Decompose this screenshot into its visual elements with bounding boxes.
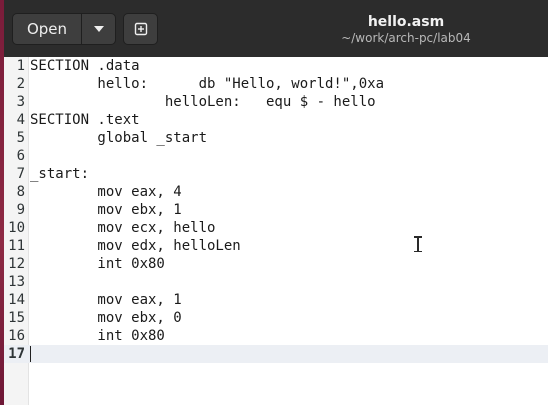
header-bar: Open hello.asm ~/work/arch-pc/lab04 <box>4 0 548 58</box>
line-number: 2 <box>16 76 25 92</box>
line-text[interactable]: global _start <box>30 129 207 147</box>
line-number: 5 <box>16 130 25 146</box>
code-line[interactable]: 17 <box>4 345 548 363</box>
line-text[interactable]: mov eax, 1 <box>30 291 181 309</box>
line-number: 13 <box>8 274 25 290</box>
line-text[interactable]: int 0x80 <box>30 255 164 273</box>
line-text[interactable]: SECTION .text <box>30 111 140 129</box>
line-number: 3 <box>16 94 25 110</box>
line-number: 10 <box>8 220 25 236</box>
code-line[interactable]: 5 global _start <box>4 129 548 147</box>
code-line[interactable]: 1 SECTION .data <box>4 57 548 75</box>
code-line[interactable]: 9 mov ebx, 1 <box>4 201 548 219</box>
code-line[interactable]: 10 mov ecx, hello <box>4 219 548 237</box>
code-lines[interactable]: 1 SECTION .data 2 hello: db "Hello, world!… <box>4 57 548 363</box>
line-number: 1 <box>16 58 25 74</box>
code-line[interactable]: 3 helloLen: equ $ - hello <box>4 93 548 111</box>
line-number: 11 <box>8 238 25 254</box>
line-text[interactable]: SECTION .data <box>30 57 140 75</box>
mouse-ibeam-cursor <box>414 236 422 252</box>
line-text[interactable]: hello: db "Hello, world!",0xa <box>30 75 384 93</box>
file-title: hello.asm <box>367 14 445 30</box>
code-line[interactable]: 8 mov eax, 4 <box>4 183 548 201</box>
line-number: 9 <box>16 202 25 218</box>
code-line[interactable]: 14 mov eax, 1 <box>4 291 548 309</box>
line-text[interactable]: mov edx, helloLen <box>30 237 240 255</box>
line-number: 14 <box>8 292 25 308</box>
line-number: 4 <box>16 112 25 128</box>
line-text[interactable]: int 0x80 <box>30 327 164 345</box>
line-text[interactable]: mov eax, 4 <box>30 183 181 201</box>
line-number: 17 <box>8 346 25 362</box>
line-number: 8 <box>16 184 25 200</box>
line-number: 15 <box>8 310 25 326</box>
line-text[interactable]: helloLen: equ $ - hello <box>30 93 376 111</box>
line-text[interactable]: mov ebx, 1 <box>30 201 181 219</box>
code-line[interactable]: 13 <box>4 273 548 291</box>
code-line[interactable]: 7 _start: <box>4 165 548 183</box>
code-line[interactable]: 12 int 0x80 <box>4 255 548 273</box>
code-line[interactable]: 4 SECTION .text <box>4 111 548 129</box>
line-text[interactable]: _start: <box>30 165 89 183</box>
text-caret <box>30 346 31 362</box>
line-number: 7 <box>16 166 25 182</box>
line-text[interactable]: mov ecx, hello <box>30 219 215 237</box>
text-editor[interactable]: 1 SECTION .data 2 hello: db "Hello, world!… <box>4 57 548 405</box>
code-line[interactable]: 16 int 0x80 <box>4 327 548 345</box>
code-line[interactable]: 15 mov ebx, 0 <box>4 309 548 327</box>
file-path: ~/work/arch-pc/lab04 <box>341 31 471 45</box>
line-number: 16 <box>8 328 25 344</box>
code-line[interactable]: 2 hello: db "Hello, world!",0xa <box>4 75 548 93</box>
code-line[interactable]: 6 <box>4 147 548 165</box>
window-title: hello.asm ~/work/arch-pc/lab04 <box>4 14 548 46</box>
line-number: 12 <box>8 256 25 272</box>
line-text[interactable]: mov ebx, 0 <box>30 309 181 327</box>
line-number: 6 <box>16 148 25 164</box>
code-line[interactable]: 11 mov edx, helloLen <box>4 237 548 255</box>
